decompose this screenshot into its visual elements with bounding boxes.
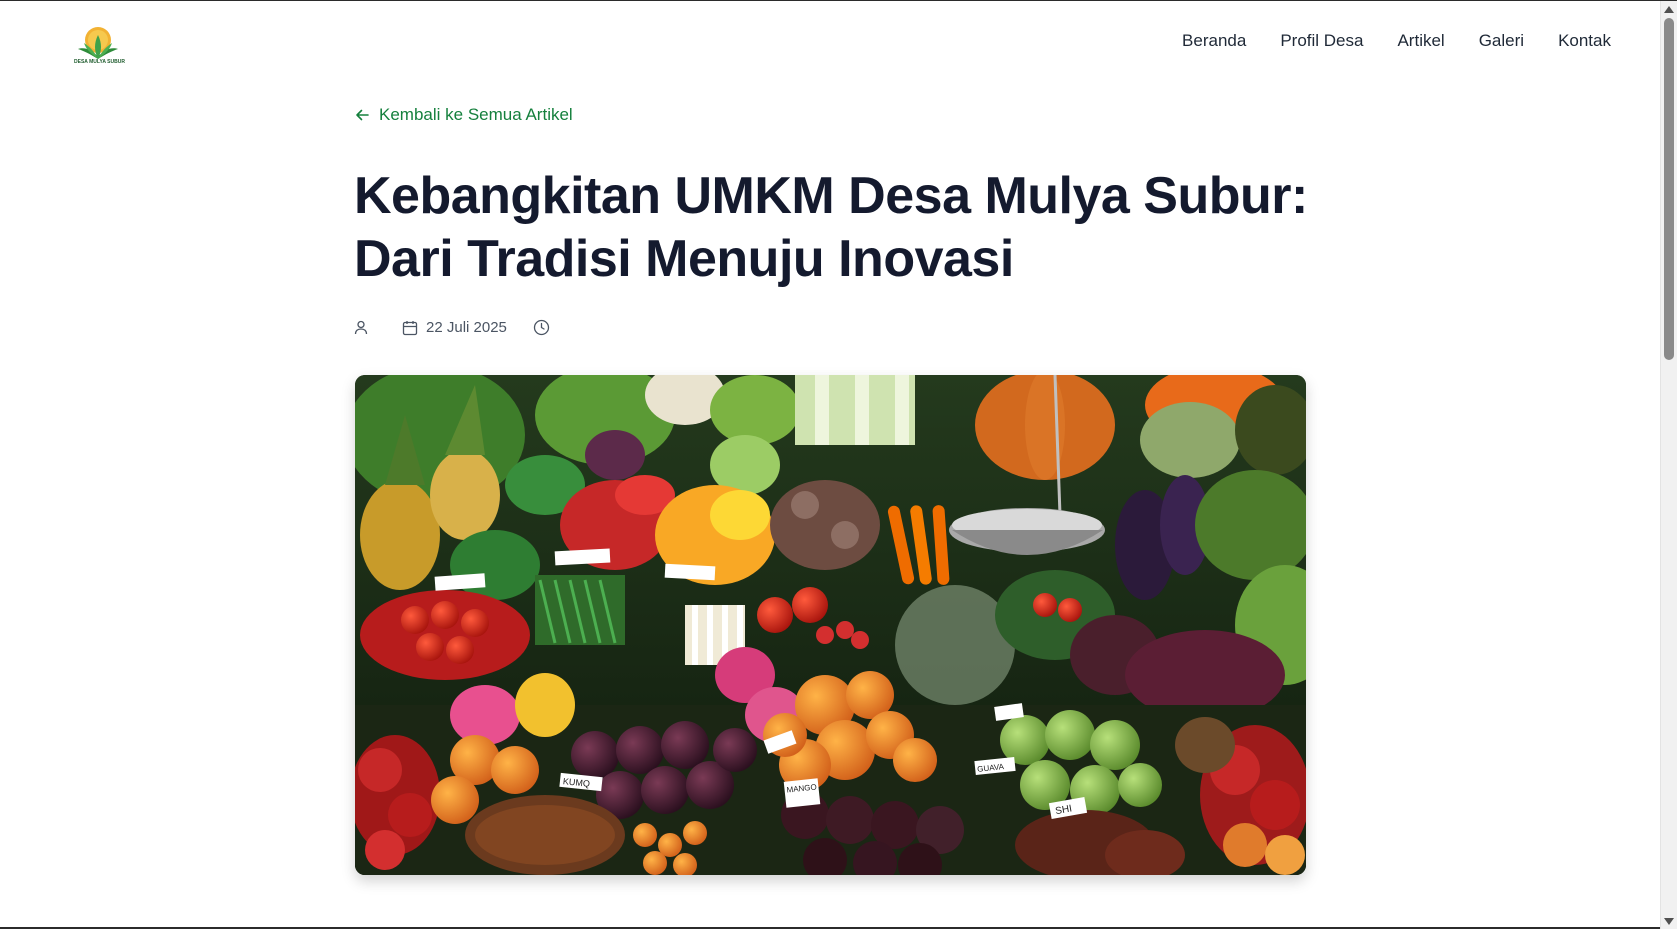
clock-icon [533, 319, 550, 336]
back-link-label: Kembali ke Semua Artikel [379, 105, 573, 124]
main-nav: Beranda Profil Desa Artikel Galeri Konta… [1182, 31, 1611, 51]
article-meta: 22 Juli 2025 [354, 319, 584, 336]
nav-beranda[interactable]: Beranda [1182, 31, 1246, 51]
scroll-down-arrow-icon[interactable] [1664, 918, 1674, 925]
meta-reading-time [533, 319, 558, 336]
market-produce-photo: KUMQ MANGO SHI GUAVA [355, 375, 1306, 875]
publish-date: 22 Juli 2025 [426, 319, 507, 336]
nav-artikel[interactable]: Artikel [1397, 31, 1444, 51]
nav-galeri[interactable]: Galeri [1479, 31, 1524, 51]
back-to-articles-link[interactable]: Kembali ke Semua Artikel [355, 105, 573, 125]
arrow-left-icon [356, 109, 369, 121]
vertical-scrollbar[interactable] [1660, 1, 1677, 929]
nav-kontak[interactable]: Kontak [1558, 31, 1611, 51]
user-icon [354, 320, 368, 335]
browser-viewport: DESA MULYA SUBUR Beranda Profil Desa Art… [0, 0, 1677, 929]
top-navbar: DESA MULYA SUBUR Beranda Profil Desa Art… [0, 1, 1660, 87]
logo-text: DESA MULYA SUBUR [74, 59, 125, 65]
scroll-thumb[interactable] [1664, 18, 1674, 360]
article-title: Kebangkitan UMKM Desa Mulya Subur: Dari … [354, 167, 1308, 288]
nav-profil-desa[interactable]: Profil Desa [1280, 31, 1363, 51]
article-hero-image: KUMQ MANGO SHI GUAVA [355, 375, 1306, 875]
calendar-icon [402, 320, 418, 335]
meta-date: 22 Juli 2025 [402, 319, 507, 336]
scroll-up-arrow-icon[interactable] [1664, 6, 1674, 13]
meta-author [354, 320, 376, 335]
